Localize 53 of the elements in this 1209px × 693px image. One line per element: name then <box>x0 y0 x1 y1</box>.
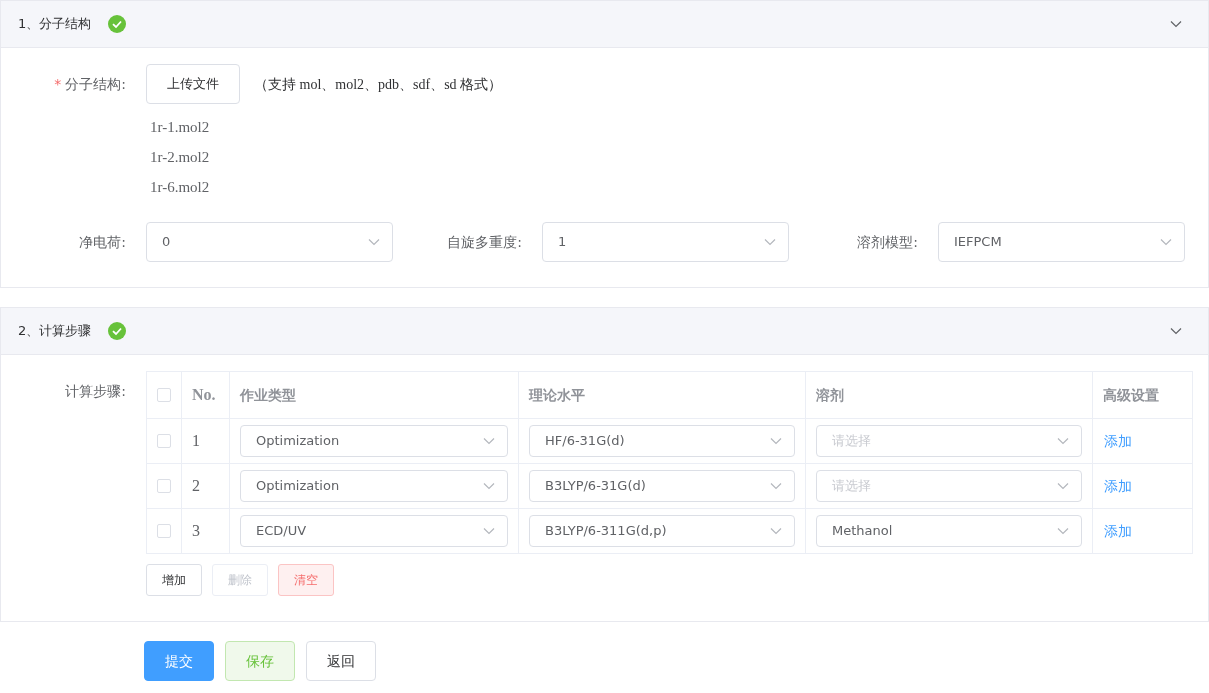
checkbox[interactable] <box>157 524 171 538</box>
select-field[interactable]: 0 <box>146 222 393 262</box>
field-label: 溶剂模型: <box>857 232 918 252</box>
chevron-down-icon <box>764 238 776 246</box>
chevron-down-icon <box>770 482 782 490</box>
solvent-select[interactable]: Methanol <box>816 515 1082 547</box>
row-number: 1 <box>192 432 200 449</box>
column-header: 高级设置 <box>1103 387 1159 403</box>
chevron-down-icon <box>1057 437 1069 445</box>
theory-level-select[interactable]: B3LYP/6-31G(d) <box>529 470 795 502</box>
column-header: 理论水平 <box>529 387 585 403</box>
file-name: 1r-1.mol2 <box>150 118 210 137</box>
field-label: 净电荷: <box>79 232 126 252</box>
job-type-select[interactable]: Optimization <box>240 425 508 457</box>
row-number: 3 <box>192 522 200 539</box>
chevron-down-icon <box>483 437 495 445</box>
job-type-select[interactable]: ECD/UV <box>240 515 508 547</box>
section-title: 1、分子结构 <box>18 15 92 34</box>
chevron-down-icon <box>1160 238 1172 246</box>
chevron-down-icon <box>770 527 782 535</box>
file-name: 1r-6.mol2 <box>150 178 210 197</box>
theory-level-select[interactable]: HF/6-31G(d) <box>529 425 795 457</box>
chevron-down-icon <box>368 238 380 246</box>
chevron-down-icon <box>770 437 782 445</box>
job-type-select[interactable]: Optimization <box>240 470 508 502</box>
checkbox[interactable] <box>157 434 171 448</box>
section-header[interactable]: 2、计算步骤 <box>1 308 1208 355</box>
format-hint: （支持 mol、mol2、pdb、sdf、sd 格式） <box>254 75 503 94</box>
upload-button[interactable]: 上传文件 <box>146 64 240 104</box>
field-label: 分子结构: <box>65 74 126 94</box>
chevron-down-icon <box>1170 20 1182 28</box>
checkbox[interactable] <box>157 479 171 493</box>
theory-level-select[interactable]: B3LYP/6-311G(d,p) <box>529 515 795 547</box>
chevron-down-icon <box>1170 327 1182 335</box>
required-asterisk: * <box>54 74 62 94</box>
chevron-down-icon <box>1057 482 1069 490</box>
row-number: 2 <box>192 477 200 494</box>
section-header[interactable]: 1、分子结构 <box>1 1 1208 48</box>
chevron-down-icon <box>483 527 495 535</box>
column-header: 作业类型 <box>240 387 296 403</box>
select-field[interactable]: IEFPCM <box>938 222 1185 262</box>
section-title: 2、计算步骤 <box>18 322 92 341</box>
table-action-button[interactable]: 增加 <box>146 564 202 596</box>
select-field[interactable]: 1 <box>542 222 789 262</box>
field-label: 计算步骤: <box>65 382 126 401</box>
chevron-down-icon <box>483 482 495 490</box>
form-action-button[interactable]: 返回 <box>306 641 376 681</box>
field-label: 自旋多重度: <box>447 232 522 252</box>
file-name: 1r-2.mol2 <box>150 148 210 167</box>
column-header: No. <box>192 386 216 403</box>
chevron-down-icon <box>1057 527 1069 535</box>
column-header: 溶剂 <box>816 387 844 403</box>
checkbox[interactable] <box>157 388 171 402</box>
